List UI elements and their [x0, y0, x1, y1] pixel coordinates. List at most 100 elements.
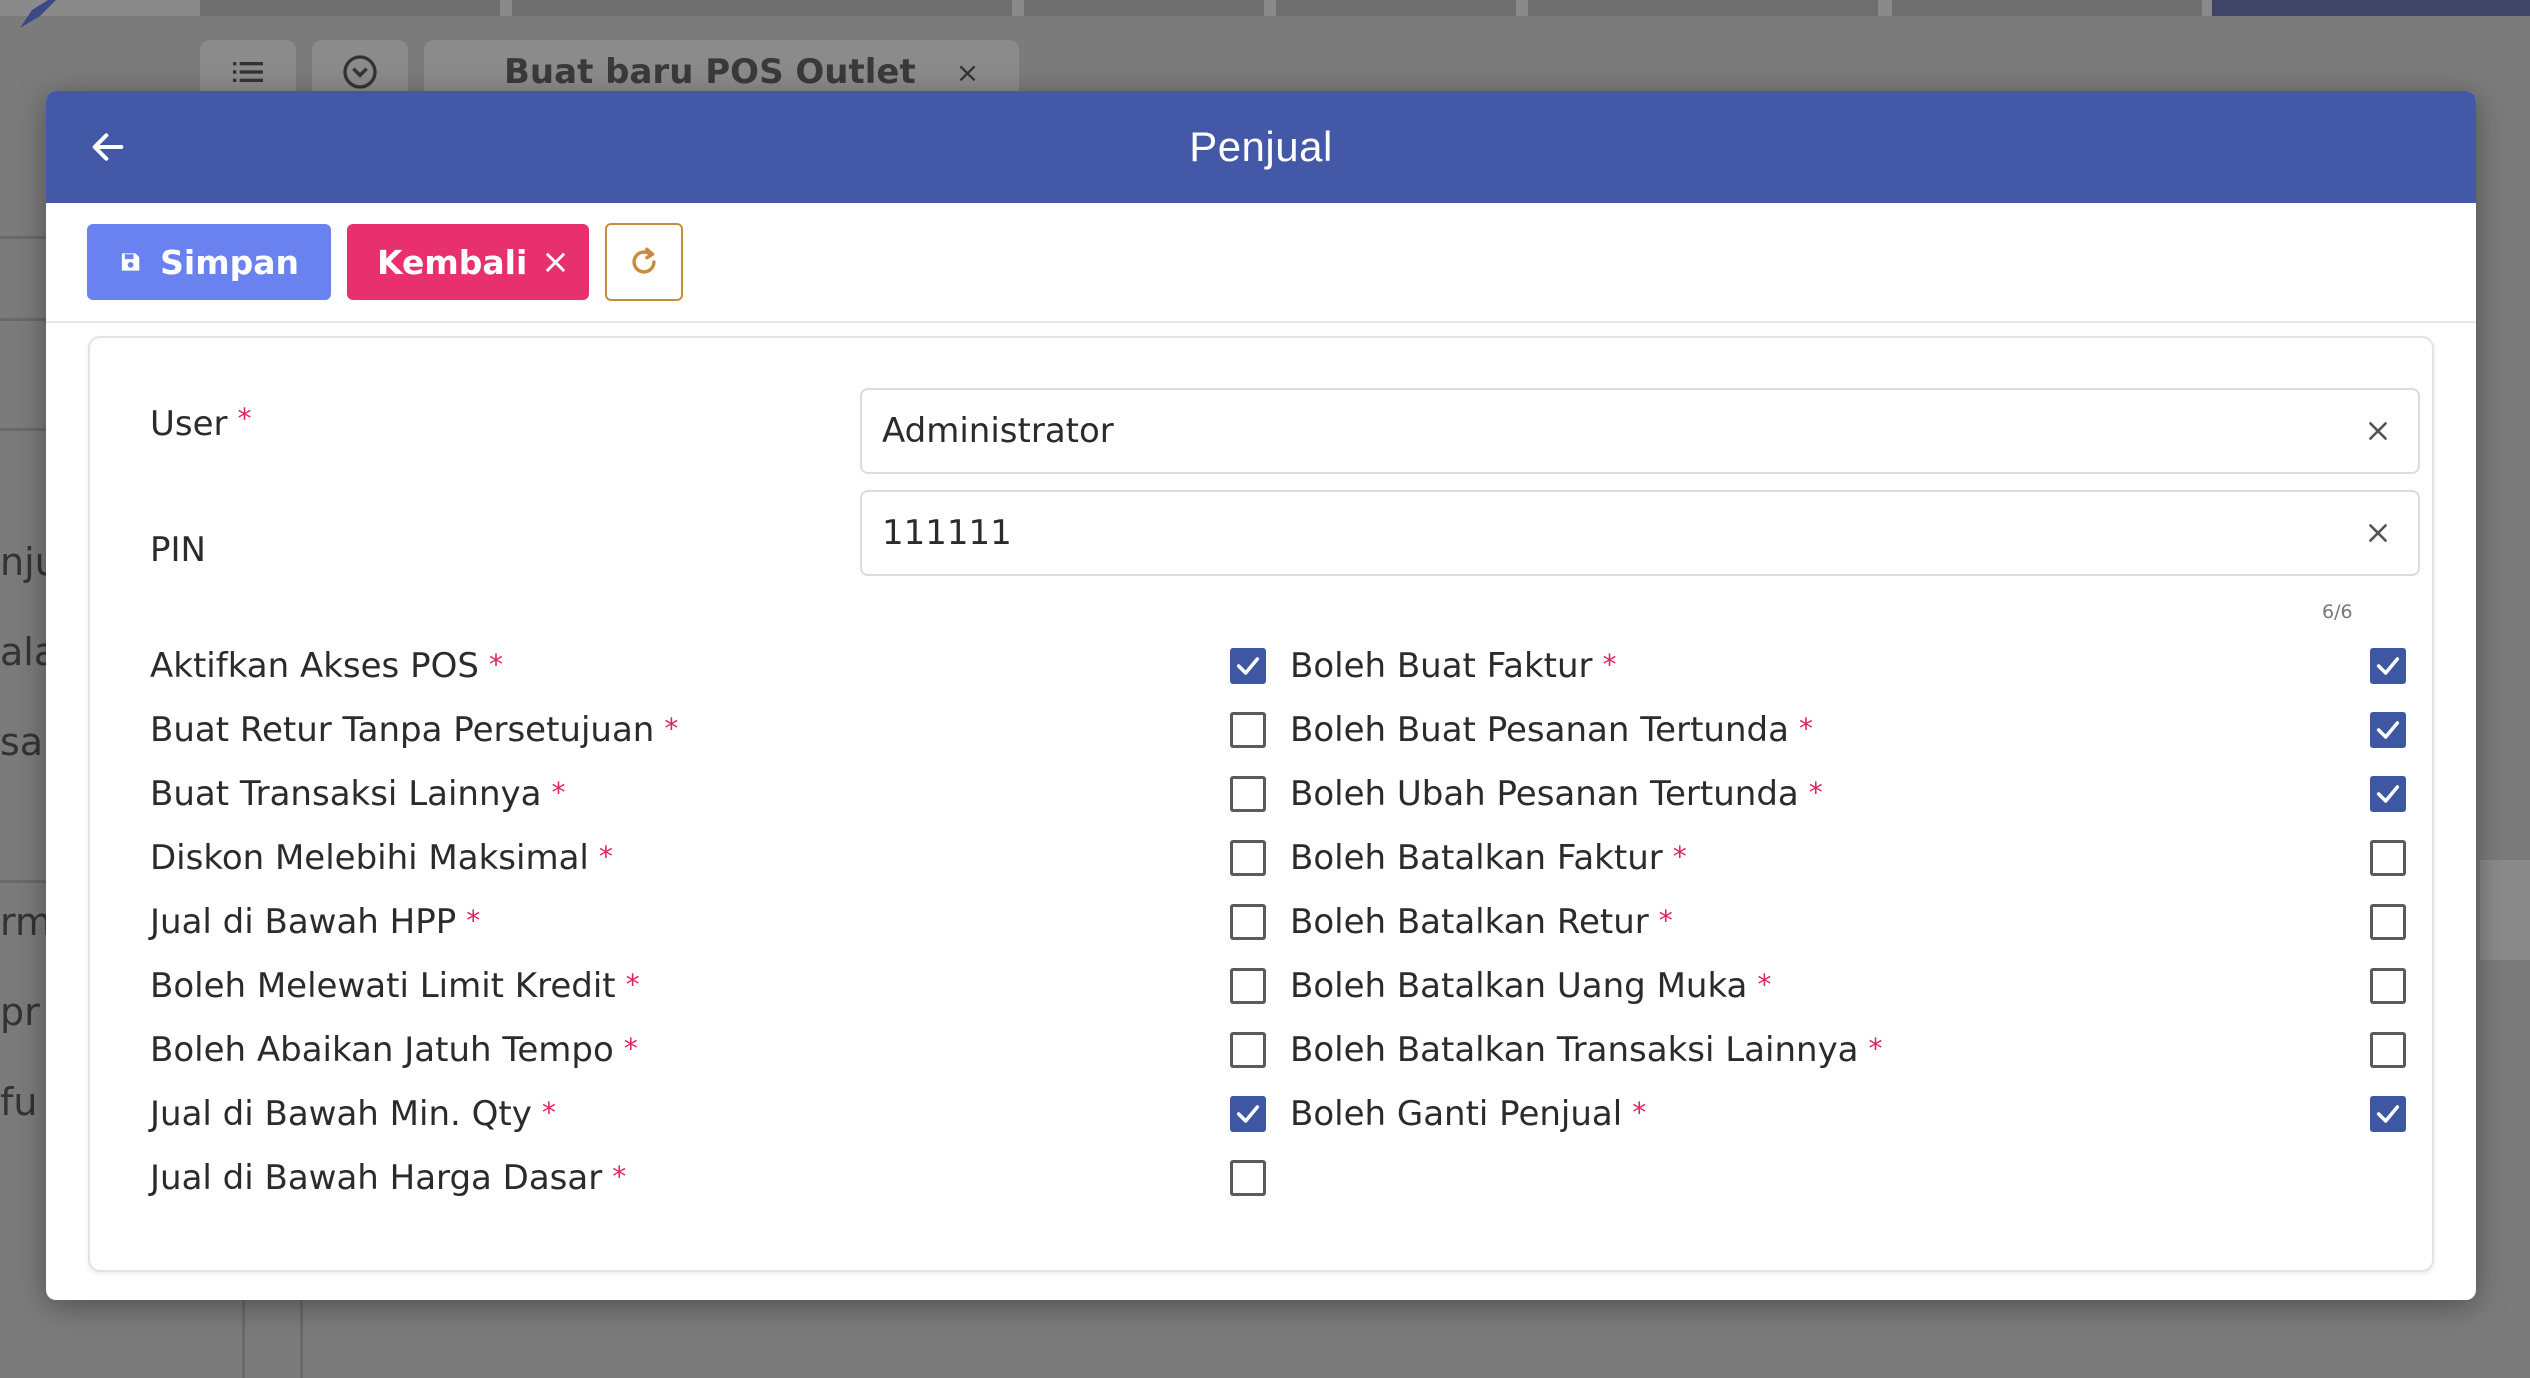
clear-icon[interactable] [2358, 411, 2398, 451]
pin-field[interactable] [860, 490, 2420, 576]
left-checkbox-row: Buat Retur Tanpa Persetujuan * [150, 702, 678, 758]
left-checkbox-row: Boleh Melewati Limit Kredit * [150, 958, 640, 1014]
required-marker: * [1798, 711, 1813, 745]
required-marker: * [1757, 967, 1772, 1001]
save-button-label: Simpan [160, 242, 299, 282]
left-checkbox[interactable] [1230, 712, 1266, 748]
required-marker: * [488, 647, 503, 681]
left-checkbox[interactable] [1230, 840, 1266, 876]
logo-icon [18, 0, 58, 30]
checkbox-label: Jual di Bawah HPP [150, 902, 457, 942]
left-checkbox-row: Jual di Bawah HPP * [150, 894, 480, 950]
user-label: User * [150, 402, 252, 444]
left-checkbox-row: Buat Transaksi Lainnya * [150, 766, 565, 822]
required-marker: * [664, 711, 679, 745]
left-checkbox-row: Jual di Bawah Min. Qty * [150, 1086, 556, 1142]
required-marker: * [466, 903, 481, 937]
required-marker: * [237, 402, 252, 435]
checkbox-label: Boleh Ganti Penjual [1290, 1094, 1623, 1134]
right-checkbox[interactable] [2370, 904, 2406, 940]
required-marker: * [1632, 1095, 1647, 1129]
background-divider [300, 1290, 303, 1378]
checkbox-label: Boleh Buat Faktur [1290, 646, 1593, 686]
right-checkbox[interactable] [2370, 1096, 2406, 1132]
left-checkbox[interactable] [1230, 968, 1266, 1004]
left-checkbox[interactable] [1230, 1160, 1266, 1196]
pin-input[interactable] [882, 513, 2358, 553]
background-topbar-segment [1276, 0, 1516, 16]
required-marker: * [1808, 775, 1823, 809]
left-checkbox[interactable] [1230, 1096, 1266, 1132]
required-marker: * [1658, 903, 1673, 937]
left-checkbox[interactable] [1230, 648, 1266, 684]
user-input[interactable] [882, 411, 2358, 451]
right-checkbox-row: Boleh Buat Faktur * [1290, 638, 1617, 694]
cancel-button[interactable]: Kembali × [347, 224, 589, 300]
background-side-text: fu [0, 1080, 38, 1124]
back-arrow-icon[interactable] [82, 121, 134, 173]
required-marker: * [612, 1159, 627, 1193]
right-checkbox-row: Boleh Batalkan Uang Muka * [1290, 958, 1771, 1014]
right-checkbox-row: Boleh Buat Pesanan Tertunda * [1290, 702, 1813, 758]
right-checkbox[interactable] [2370, 840, 2406, 876]
checkbox-label: Boleh Melewati Limit Kredit [150, 966, 616, 1006]
right-checkbox[interactable] [2370, 968, 2406, 1004]
right-checkbox-row: Boleh Ubah Pesanan Tertunda * [1290, 766, 1823, 822]
pin-character-counter: 6/6 [2322, 601, 2353, 623]
right-checkbox[interactable] [2370, 776, 2406, 812]
checkbox-label: Jual di Bawah Min. Qty [150, 1094, 532, 1134]
checkbox-label: Boleh Batalkan Retur [1290, 902, 1649, 942]
form-card: User* PIN 6/6 Aktifkan Akses POS*Buat Re… [88, 336, 2434, 1272]
right-checkbox-row: Boleh Batalkan Retur * [1290, 894, 1673, 950]
checkbox-label: Diskon Melebihi Maksimal [150, 838, 589, 878]
background-topbar-segment [1528, 0, 1878, 16]
close-icon: × [955, 55, 980, 89]
required-marker: * [1868, 1031, 1883, 1065]
required-marker: * [598, 839, 613, 873]
user-label-text: User [150, 404, 228, 444]
background-topbar-segment [1024, 0, 1264, 16]
cancel-button-label: Kembali [377, 242, 528, 282]
save-button[interactable]: Simpan [87, 224, 331, 300]
refresh-button[interactable] [605, 223, 683, 301]
checkbox-label: Boleh Batalkan Transaksi Lainnya [1290, 1030, 1859, 1070]
checkbox-label: Boleh Batalkan Faktur [1290, 838, 1663, 878]
background-side-text: ala [0, 630, 50, 674]
clear-icon[interactable] [2358, 513, 2398, 553]
right-checkbox-row: Boleh Batalkan Faktur * [1290, 830, 1687, 886]
background-topbar-segment [2212, 0, 2530, 16]
modal-header: Penjual [46, 91, 2476, 203]
checkbox-label: Buat Retur Tanpa Persetujuan [150, 710, 655, 750]
left-checkbox[interactable] [1230, 904, 1266, 940]
background-side-text: pr [0, 990, 40, 1034]
pin-label: PIN [150, 530, 206, 570]
background-side-text: sa [0, 720, 44, 764]
refresh-icon [632, 247, 656, 274]
required-marker: * [1602, 647, 1617, 681]
modal-title: Penjual [1189, 123, 1333, 170]
right-checkbox[interactable] [2370, 712, 2406, 748]
checkbox-label: Boleh Ubah Pesanan Tertunda [1290, 774, 1799, 814]
checkbox-label: Buat Transaksi Lainnya [150, 774, 542, 814]
required-marker: * [551, 775, 566, 809]
left-checkbox[interactable] [1230, 776, 1266, 812]
right-checkbox-row: Boleh Batalkan Transaksi Lainnya * [1290, 1022, 1883, 1078]
required-marker: * [625, 967, 640, 1001]
pin-label-text: PIN [150, 530, 206, 570]
right-checkbox[interactable] [2370, 648, 2406, 684]
right-checkbox[interactable] [2370, 1032, 2406, 1068]
background-side-text: nju [0, 540, 50, 584]
background-topbar-segment [200, 0, 500, 16]
left-checkbox-row: Diskon Melebihi Maksimal * [150, 830, 613, 886]
background-divider [242, 1290, 245, 1378]
checkbox-label: Jual di Bawah Harga Dasar [150, 1158, 603, 1198]
left-checkbox[interactable] [1230, 1032, 1266, 1068]
background-topbar-segment [512, 0, 1012, 16]
required-marker: * [1672, 839, 1687, 873]
checkbox-label: Boleh Batalkan Uang Muka [1290, 966, 1748, 1006]
right-checkbox-row: Boleh Ganti Penjual * [1290, 1086, 1646, 1142]
left-checkbox-row: Jual di Bawah Harga Dasar * [150, 1150, 626, 1206]
background-side-text: rm [0, 900, 50, 944]
user-select[interactable] [860, 388, 2420, 474]
required-marker: * [541, 1095, 556, 1129]
